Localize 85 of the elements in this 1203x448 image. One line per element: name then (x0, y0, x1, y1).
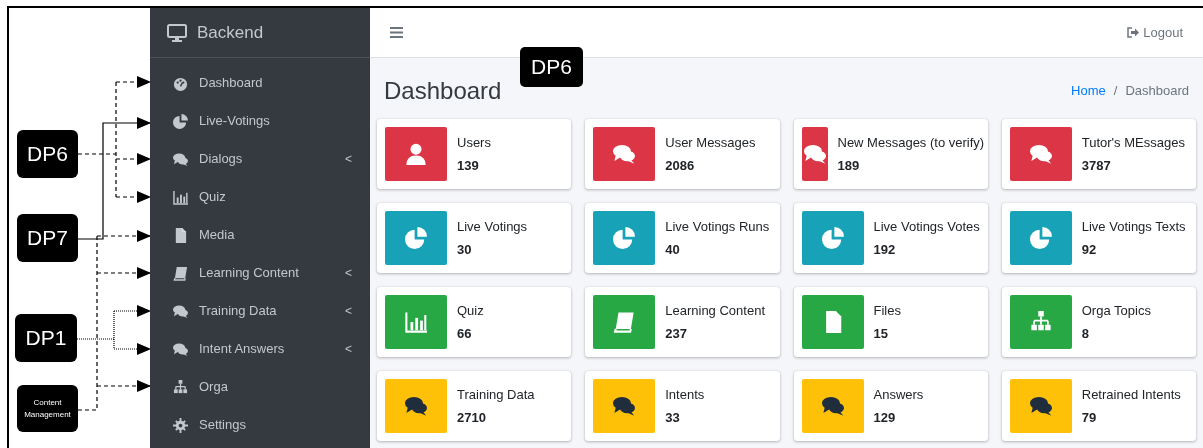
book-icon (613, 311, 636, 333)
card-count: 2710 (457, 408, 487, 427)
card-label: Learning Content (665, 302, 765, 320)
card-label: Quiz (457, 302, 484, 320)
pie-chart-icon (173, 113, 189, 129)
breadcrumb-link[interactable]: Home (1071, 81, 1106, 101)
card-label: Answers (873, 386, 924, 404)
card-label: New Messages (to verify) (837, 134, 985, 152)
card-label: Live Votings (457, 218, 528, 236)
card-label: User Messages (665, 134, 756, 152)
card-count: 237 (665, 324, 688, 343)
sidebar-item[interactable]: Training Data < (150, 292, 370, 330)
card-label: Intents (665, 386, 705, 404)
sidebar-item[interactable]: Media (150, 216, 370, 254)
sidebar-item[interactable]: Settings (150, 406, 370, 444)
gauge-icon (173, 75, 189, 91)
caret-icon: < (345, 302, 352, 320)
sidebar-item[interactable]: Quiz (150, 178, 370, 216)
bar-chart-icon (405, 311, 427, 333)
chat-bubbles-icon (821, 395, 844, 417)
sidebar-item[interactable]: Dialogs < (150, 140, 370, 178)
book-icon (173, 265, 189, 281)
chat-bubbles-icon (1029, 143, 1052, 165)
menu-icon[interactable] (390, 27, 403, 38)
caret-icon: < (345, 264, 352, 282)
file-icon (173, 227, 189, 243)
bar-chart-icon (173, 189, 189, 205)
chat-bubbles-icon (803, 143, 826, 165)
card-count: 66 (457, 324, 473, 343)
card-count: 30 (457, 240, 473, 259)
card-label: Files (873, 302, 901, 320)
card-label: Orga Topics (1081, 302, 1151, 320)
card-label: Tutor's MEssages (1081, 134, 1185, 152)
annotation-label: DP1 (15, 314, 77, 362)
sidebar-item[interactable]: Live-Votings (150, 102, 370, 140)
pie-chart-icon (1029, 227, 1052, 249)
chat-bubbles-icon (173, 303, 189, 319)
logout-link[interactable]: Logout (1127, 22, 1183, 43)
card-count: 40 (665, 240, 681, 259)
card-label: Training Data (457, 386, 535, 404)
caret-icon: < (345, 150, 352, 168)
chat-bubbles-icon (405, 395, 427, 417)
card-label: Users (457, 134, 491, 152)
card-count: 92 (1081, 240, 1098, 259)
user-icon (405, 143, 427, 165)
caret-icon: < (345, 340, 352, 358)
brand-title[interactable]: Backend (197, 19, 264, 46)
card-count: 3787 (1081, 156, 1112, 175)
card-count: 8 (1081, 324, 1090, 343)
breadcrumb-current: Dashboard (1125, 82, 1189, 101)
annotation-label: DP6 (17, 130, 78, 178)
card-count: 15 (873, 324, 889, 343)
chat-bubbles-icon (613, 143, 636, 165)
card-count: 79 (1081, 408, 1098, 427)
sidebar-item[interactable]: Intent Answers < (150, 330, 370, 368)
annotation-label: Content Management (17, 385, 78, 432)
chat-bubbles-icon (1029, 395, 1052, 417)
sidebar-item[interactable]: Dashboard (150, 64, 370, 102)
annotation-label: DP6 (520, 47, 583, 87)
settings-icon (173, 417, 189, 433)
card-count: 192 (873, 240, 897, 259)
card-count: 139 (457, 156, 480, 175)
card-count: 2086 (665, 156, 696, 175)
chat-bubbles-icon (173, 151, 189, 167)
sidebar-item[interactable]: Learning Content < (150, 254, 370, 292)
card-label: Live Votings Votes (873, 218, 980, 236)
annotation-label: DP7 (17, 214, 78, 262)
pie-chart-icon (405, 227, 427, 249)
card-label: Retrained Intents (1081, 386, 1181, 404)
page-title: Dashboard (384, 76, 502, 106)
sitemap-icon (173, 379, 189, 395)
card-count: 33 (665, 408, 681, 427)
logout-icon (1127, 27, 1140, 38)
monitor-icon (167, 23, 187, 42)
chat-bubbles-icon (173, 341, 189, 357)
sidebar-item[interactable]: Orga (150, 368, 370, 406)
card-label: Live Votings Texts (1081, 218, 1186, 236)
sitemap-icon (1029, 311, 1052, 333)
card-count: 129 (873, 408, 897, 427)
chat-bubbles-icon (613, 395, 636, 417)
breadcrumb-separator: / (1113, 82, 1118, 101)
pie-chart-icon (821, 227, 844, 249)
pie-chart-icon (613, 227, 636, 249)
card-label: Live Votings Runs (665, 218, 770, 236)
card-count: 189 (837, 156, 861, 175)
